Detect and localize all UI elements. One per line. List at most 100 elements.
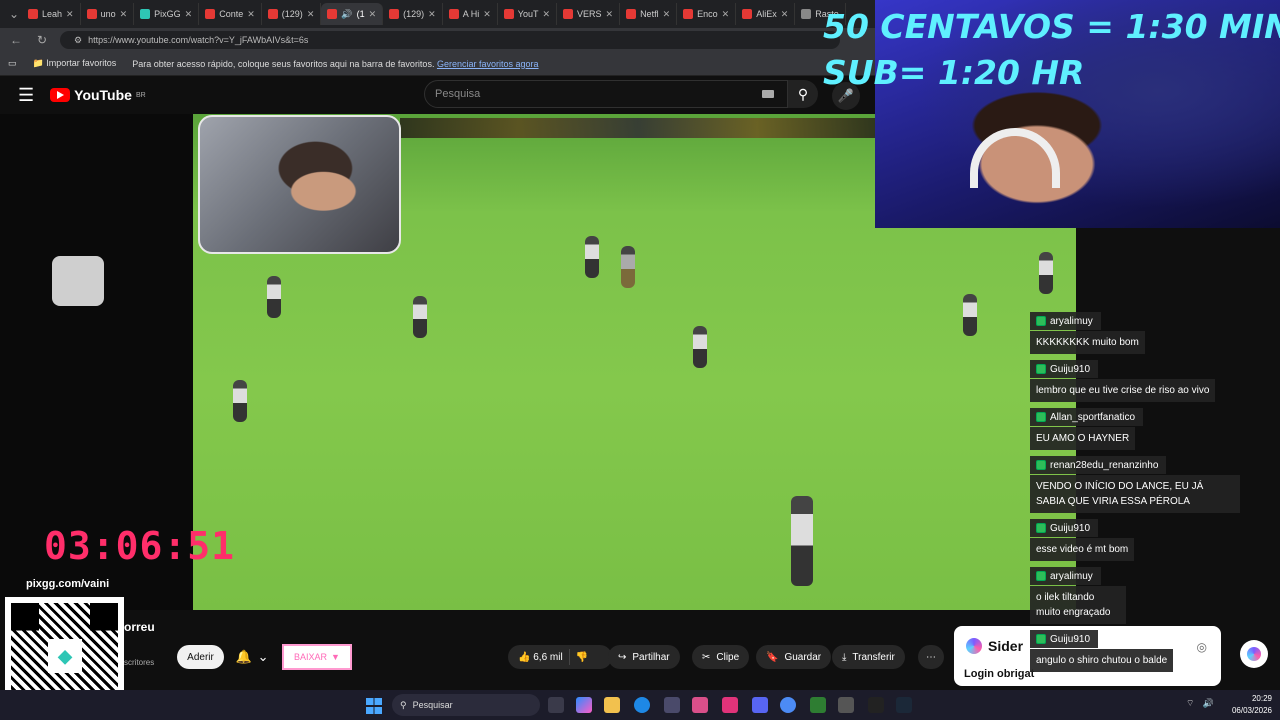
youtube-logo[interactable]: YouTube BR	[50, 87, 146, 103]
browser-tab[interactable]: Netfl ✕	[620, 3, 678, 25]
clip-button[interactable]: ✂ Clipe	[692, 645, 750, 669]
taskbar-search[interactable]: ⚲ Pesquisar	[392, 694, 540, 716]
tab-close-icon[interactable]: ✕	[120, 9, 128, 20]
share-icon: ↪	[618, 651, 627, 663]
reload-icon[interactable]: ↻	[34, 33, 50, 47]
edge-icon[interactable]	[634, 697, 650, 713]
football-player	[585, 236, 599, 278]
url-field[interactable]: ⚙ https://www.youtube.com/watch?v=Y_jFAWb…	[60, 31, 840, 49]
share-button[interactable]: ↪ Partilhar	[608, 645, 680, 669]
task-view-icon[interactable]	[548, 697, 564, 713]
epic-games-icon[interactable]	[868, 697, 884, 713]
download-label: BAIXAR	[294, 652, 328, 662]
chat-text: EU AMO O HAYNER	[1030, 427, 1136, 450]
browser-tab[interactable]: (129) ✕	[383, 3, 443, 25]
browser-tab[interactable]: Conte ✕	[199, 3, 262, 25]
store-icon[interactable]	[664, 697, 680, 713]
browser-tab-active[interactable]: 🔊 (1 ✕	[321, 3, 384, 25]
chat-username: aryalimuy	[1030, 312, 1101, 330]
steam-icon[interactable]	[896, 697, 912, 713]
instagram-icon[interactable]	[692, 697, 708, 713]
search-button[interactable]: ⚲	[788, 80, 818, 108]
browser-tab[interactable]: AliEx ✕	[736, 3, 796, 25]
file-explorer-icon[interactable]	[604, 697, 620, 713]
save-button[interactable]: 🔖 Guardar	[756, 645, 832, 669]
chat-username-text: Guiju910	[1050, 522, 1091, 534]
back-arrow-icon[interactable]: ←	[8, 33, 24, 47]
discord-icon[interactable]	[752, 697, 768, 713]
dislike-button[interactable]: 👎	[576, 652, 588, 663]
like-count: 6,6 mil	[533, 651, 563, 663]
manage-bookmarks-link[interactable]: Gerenciar favoritos agora	[437, 59, 539, 69]
chat-username: Guiju910	[1030, 360, 1099, 378]
download-extension-button[interactable]: BAIXAR ▼	[282, 644, 352, 670]
stadium-ad-boards	[400, 118, 876, 138]
app-icon[interactable]	[722, 697, 738, 713]
sider-login-text[interactable]: Login obrigat	[964, 668, 1034, 680]
user-badge-icon	[1036, 523, 1046, 533]
clip-label: Clipe	[716, 651, 740, 663]
browser-tab[interactable]: uno ✕	[81, 3, 135, 25]
speaker-icon[interactable]: 🔊	[341, 9, 352, 20]
chat-username-text: Guiju910	[1050, 363, 1091, 375]
share-label: Partilhar	[632, 651, 670, 663]
chat-text: KKKKKKKK muito bom	[1030, 331, 1145, 354]
tab-close-icon[interactable]: ✕	[185, 9, 193, 20]
tab-close-icon[interactable]: ✕	[781, 9, 789, 20]
clock-time: 20:29	[1251, 694, 1272, 703]
football-player	[1039, 252, 1053, 294]
excel-icon[interactable]	[810, 697, 826, 713]
football-player	[233, 380, 247, 422]
taskbar-clock[interactable]: 20:29 06/03/2026	[1222, 693, 1272, 717]
price-line-1: 50 CENTAVOS = 1:30 MIN	[823, 7, 1280, 46]
app-icon[interactable]	[838, 697, 854, 713]
join-button[interactable]: Aderir	[177, 645, 224, 669]
taskbar-search-label: Pesquisar	[412, 700, 453, 710]
wifi-icon[interactable]: ⌔	[1186, 698, 1194, 709]
browser-tab[interactable]: Enco ✕	[677, 3, 737, 25]
tab-close-icon[interactable]: ✕	[722, 9, 730, 20]
browser-tab[interactable]: VERS ✕	[557, 3, 621, 25]
divider	[568, 649, 570, 665]
thumbs-down-icon: 👎	[575, 651, 589, 663]
tab-close-icon[interactable]: ✕	[542, 9, 550, 20]
tab-close-icon[interactable]: ✕	[606, 9, 614, 20]
tab-close-icon[interactable]: ✕	[247, 9, 255, 20]
tab-close-icon[interactable]: ✕	[663, 9, 671, 20]
tab-close-icon[interactable]: ✕	[369, 9, 377, 20]
tab-favicon-icon	[626, 9, 637, 19]
site-info-icon[interactable]: ⚙	[74, 35, 82, 46]
like-button[interactable]: 👍 6,6 mil	[518, 652, 563, 663]
football-player	[791, 496, 813, 586]
browser-tab[interactable]: Leah ✕	[22, 3, 81, 25]
bookmark-icon: 🔖	[766, 651, 779, 663]
download-button[interactable]: ⤓ Transferir	[832, 645, 905, 669]
tab-list-chevron-icon[interactable]: ⌄	[6, 7, 22, 21]
tab-close-icon[interactable]: ✕	[428, 9, 436, 20]
hamburger-menu-icon[interactable]: ☰	[18, 85, 34, 106]
chat-username-text: aryalimuy	[1050, 315, 1093, 327]
chrome-icon[interactable]	[780, 697, 796, 713]
windows-start-icon[interactable]	[366, 698, 382, 714]
search-input[interactable]: Pesquisa	[424, 80, 788, 108]
tab-close-icon[interactable]: ✕	[307, 9, 315, 20]
keyboard-icon[interactable]	[762, 90, 774, 98]
volume-icon[interactable]: 🔊	[1202, 698, 1213, 709]
notification-bell-button[interactable]: 🔔 ⌄	[232, 645, 272, 669]
chat-username: Guiju910	[1030, 630, 1099, 648]
browser-tab[interactable]: YouT ✕	[498, 3, 557, 25]
browser-tab[interactable]: (129) ✕	[262, 3, 322, 25]
copilot-icon[interactable]	[576, 697, 592, 713]
import-bookmarks-button[interactable]: 📁 Importar favoritos	[33, 58, 117, 69]
dropdown-arrow-icon: ▼	[331, 652, 340, 662]
tab-close-icon[interactable]: ✕	[66, 9, 74, 20]
more-actions-button[interactable]: ⋯	[918, 645, 944, 669]
user-badge-icon	[1036, 364, 1046, 374]
bookmarks-menu-icon[interactable]: ▭	[8, 58, 17, 69]
tab-favicon-icon	[140, 9, 151, 19]
tab-label: Enco	[697, 9, 718, 19]
browser-tab[interactable]: PixGG ✕	[134, 3, 200, 25]
save-label: Guardar	[784, 651, 822, 663]
browser-tab[interactable]: A Hi ✕	[443, 3, 498, 25]
tab-close-icon[interactable]: ✕	[483, 9, 491, 20]
